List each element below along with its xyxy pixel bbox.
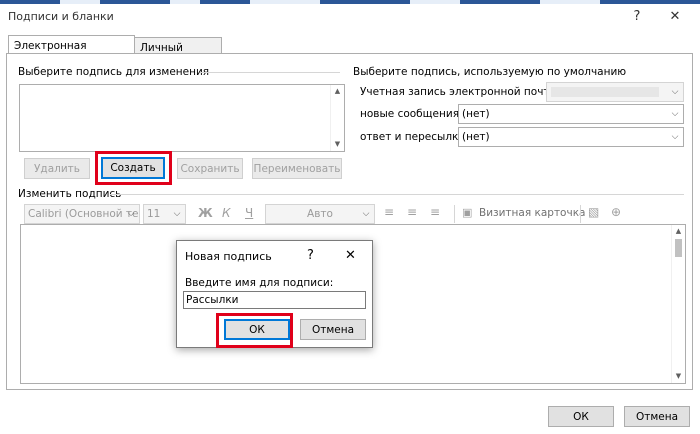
chevron-down-icon: ⌵	[173, 209, 181, 219]
chevron-down-icon: ⌵	[127, 209, 135, 219]
highlight-create	[95, 151, 172, 185]
edit-signature-heading: Изменить подпись	[18, 188, 122, 200]
font-size-select[interactable]: 11 ⌵	[143, 204, 186, 224]
dialog-close-button[interactable]: ✕	[345, 248, 356, 263]
list-scrollbar[interactable]: ▲ ▼	[330, 85, 344, 151]
section-divider	[200, 72, 340, 73]
scroll-up-icon[interactable]: ▲	[331, 85, 344, 98]
toolbar-separator	[580, 205, 581, 223]
insert-hyperlink-icon[interactable]: ⊕	[611, 205, 621, 219]
default-signature-heading: Выберите подпись, используемую по умолча…	[353, 66, 627, 78]
email-account-select[interactable]: ⌵	[546, 82, 684, 102]
editor-scrollbar[interactable]: ▲ ▼	[671, 225, 685, 383]
highlight-ok	[216, 313, 293, 348]
bold-button[interactable]: Ж	[198, 206, 213, 220]
title-bar: Подписи и бланки ? ✕	[0, 4, 700, 30]
scroll-up-icon[interactable]: ▲	[672, 225, 685, 238]
align-right-icon[interactable]: ≡	[430, 205, 440, 219]
delete-button[interactable]: Удалить	[24, 158, 90, 179]
cancel-button[interactable]: Отмена	[624, 406, 690, 427]
signature-name-input[interactable]: Рассылки	[183, 291, 366, 309]
business-card-icon: ▣	[462, 206, 473, 219]
font-select[interactable]: Calibri (Основной те ⌵	[24, 204, 140, 224]
window-title: Подписи и бланки	[8, 10, 114, 23]
underline-button[interactable]: Ч	[245, 206, 253, 220]
scroll-thumb[interactable]	[675, 239, 682, 257]
toolbar-separator	[454, 205, 455, 223]
email-account-label: Учетная запись электронной почты:	[360, 86, 562, 98]
insert-picture-icon[interactable]: ▧	[588, 205, 599, 219]
section-divider	[110, 194, 684, 195]
signature-list[interactable]: ▲ ▼	[19, 84, 345, 152]
select-signature-heading: Выберите подпись для изменения	[18, 66, 210, 78]
rename-button[interactable]: Переименовать	[252, 158, 342, 179]
dialog-help-button[interactable]: ?	[307, 248, 314, 263]
scroll-down-icon[interactable]: ▼	[331, 138, 344, 151]
new-messages-select[interactable]: (нет) ⌵	[458, 104, 684, 124]
font-color-value: Авто	[307, 208, 333, 220]
italic-button[interactable]: К	[222, 206, 231, 220]
font-size-value: 11	[147, 208, 161, 220]
chevron-down-icon: ⌵	[671, 132, 679, 142]
scroll-down-icon[interactable]: ▼	[672, 370, 685, 383]
dialog-title: Новая подпись	[185, 250, 272, 263]
align-center-icon[interactable]: ≡	[407, 205, 417, 219]
chevron-down-icon: ⌵	[671, 87, 679, 97]
help-button[interactable]: ?	[624, 7, 650, 27]
font-value: Calibri (Основной те	[28, 208, 139, 220]
font-color-select[interactable]: Авто ⌵	[265, 204, 375, 224]
reply-forward-select[interactable]: (нет) ⌵	[458, 127, 684, 147]
save-button[interactable]: Сохранить	[177, 158, 243, 179]
dialog-cancel-button[interactable]: Отмена	[300, 319, 366, 340]
dialog-prompt: Введите имя для подписи:	[185, 277, 334, 289]
chevron-down-icon: ⌵	[671, 109, 679, 119]
align-left-icon[interactable]: ≡	[384, 205, 394, 219]
new-messages-value: (нет)	[462, 108, 490, 120]
close-button[interactable]: ✕	[662, 7, 688, 27]
business-card-button[interactable]: Визитная карточка	[479, 207, 585, 219]
reply-forward-label: ответ и пересылка:	[360, 131, 469, 143]
new-messages-label: новые сообщения:	[360, 108, 463, 120]
chevron-down-icon: ⌵	[362, 209, 370, 219]
reply-forward-value: (нет)	[462, 131, 490, 143]
ok-button[interactable]: ОК	[548, 406, 614, 427]
redacted-email	[551, 87, 659, 97]
